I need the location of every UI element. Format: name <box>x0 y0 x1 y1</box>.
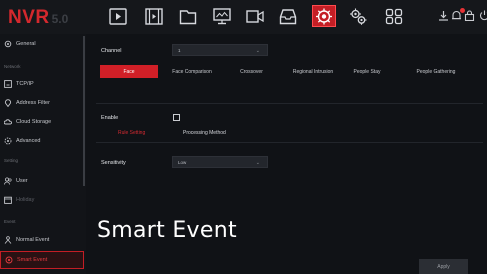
section-divider <box>96 103 483 104</box>
sidebar-item-smart-event[interactable]: Smart Event <box>0 251 84 269</box>
chevron-down-icon: ⌄ <box>255 48 260 54</box>
tab-people-gathering[interactable]: People Gathering <box>405 65 467 78</box>
grid-icon[interactable] <box>385 8 403 25</box>
sidebar-item-address-filter[interactable]: Address Filter <box>0 94 84 112</box>
sidebar-item-user[interactable]: User <box>0 172 84 190</box>
enable-label: Enable <box>101 115 119 121</box>
monitor-icon[interactable] <box>213 8 231 25</box>
brand-version: 5.0 <box>51 12 69 26</box>
chevron-down-icon: ⌄ <box>255 160 260 166</box>
subtab-divider <box>96 142 483 143</box>
location-icon <box>4 99 12 107</box>
alarm-icon[interactable] <box>451 8 465 21</box>
folder-icon[interactable] <box>179 8 197 25</box>
sidebar-item-advanced[interactable]: Advanced <box>0 132 84 150</box>
page-title: Smart Event <box>97 218 237 243</box>
sidebar-item-cloud-storage[interactable]: Cloud Storage <box>0 113 84 131</box>
tab-face-comparison[interactable]: Face Comparison <box>162 65 222 78</box>
cloud-icon <box>4 118 12 126</box>
settings-icon[interactable] <box>349 8 367 25</box>
subtab-processing-method[interactable]: Processing Method <box>183 130 226 136</box>
users-icon <box>4 177 12 185</box>
sidebar-item-label: TCP/IP <box>16 81 34 87</box>
sidebar-item-normal-event[interactable]: Normal Event <box>0 231 84 249</box>
top-bar: NVR 5.0 <box>0 0 487 34</box>
playback-icon[interactable] <box>109 8 127 25</box>
apply-button[interactable]: Apply <box>419 259 468 274</box>
sidebar-section-network: Network <box>4 64 21 69</box>
power-icon[interactable] <box>479 10 487 21</box>
nvr-logo: NVR 5.0 <box>8 7 68 29</box>
smart-event-icon <box>5 256 13 264</box>
enable-checkbox[interactable] <box>173 114 180 121</box>
sidebar-section-setting: Setting <box>4 158 19 163</box>
sensitivity-select[interactable]: Low ⌄ <box>172 156 268 168</box>
sidebar-item-label: Smart Event <box>17 257 48 263</box>
brand-name: NVR <box>8 7 50 28</box>
channel-value: 1 <box>178 47 181 53</box>
tab-regional-intrusion[interactable]: Regional Intrusion <box>282 65 344 78</box>
sidebar-item-label: Cloud Storage <box>16 119 52 125</box>
sidebar-item-holiday[interactable]: Holiday <box>0 191 84 209</box>
sidebar-item-label: Advanced <box>16 138 41 144</box>
camera-icon[interactable] <box>246 8 264 25</box>
advanced-icon <box>4 137 12 145</box>
calendar-icon <box>4 196 12 204</box>
sidebar-section-event: Event <box>4 219 16 224</box>
gear-icon <box>4 40 12 48</box>
sidebar-item-label: Address Filter <box>16 100 50 106</box>
sidebar-item-general[interactable]: General <box>0 35 84 53</box>
sensitivity-label: Sensitivity <box>101 160 126 166</box>
subtab-rule-setting[interactable]: Rule Setting <box>118 130 145 136</box>
sidebar-item-tcpip[interactable]: TCP/IP <box>0 75 84 93</box>
sidebar-item-label: Holiday <box>16 197 35 203</box>
tab-face[interactable]: Face <box>100 65 158 78</box>
download-icon[interactable] <box>438 10 449 21</box>
tab-crossover[interactable]: Crossover <box>224 65 279 78</box>
network-icon <box>4 80 12 88</box>
sidebar-item-label: User <box>16 178 28 184</box>
sidebar-item-label: General <box>16 41 36 47</box>
storage-icon[interactable] <box>279 8 297 25</box>
sensitivity-value: Low <box>178 159 187 165</box>
channel-label: Channel <box>101 48 122 54</box>
video-file-icon[interactable] <box>145 8 163 25</box>
lock-icon[interactable] <box>464 10 475 21</box>
sidebar-item-label: Normal Event <box>16 237 50 243</box>
smart-event-icon[interactable] <box>312 5 336 27</box>
event-icon <box>4 236 12 244</box>
channel-select[interactable]: 1 ⌄ <box>172 44 268 56</box>
tab-people-stay[interactable]: People Stay <box>344 65 390 78</box>
